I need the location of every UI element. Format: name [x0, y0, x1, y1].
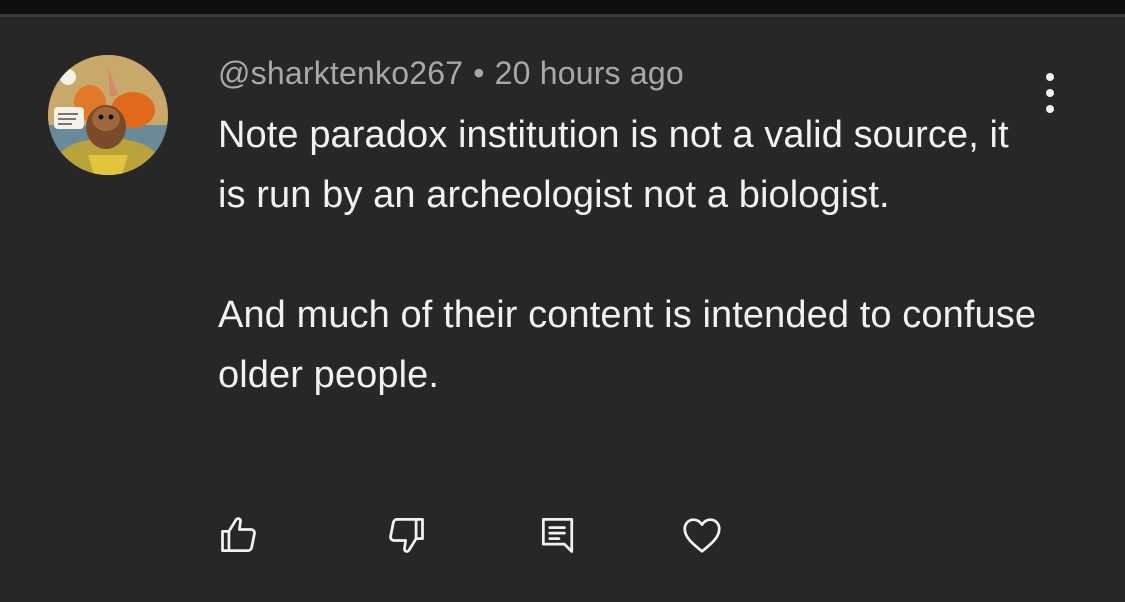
thumbs-up-icon	[221, 517, 256, 552]
comment-paragraph: Note paradox institution is not a valid …	[218, 114, 1009, 216]
comment-actions	[0, 507, 1125, 567]
heart-icon	[683, 518, 721, 553]
reply-comment-icon	[541, 518, 574, 553]
avatar[interactable]	[48, 55, 168, 175]
author-name[interactable]: @sharktenko267	[218, 55, 463, 91]
reply-button[interactable]	[530, 507, 586, 563]
comment-card: @sharktenko267 • 20 hours ago Note paradox…	[0, 17, 1125, 602]
dislike-button[interactable]	[378, 507, 434, 563]
avatar-image	[48, 55, 168, 175]
top-bar	[0, 0, 1125, 14]
thumbs-down-icon	[389, 518, 424, 553]
heart-button[interactable]	[674, 507, 730, 563]
meta-separator: •	[473, 55, 485, 91]
like-button[interactable]	[211, 507, 267, 563]
comment-paragraph: And much of their content is intended to…	[218, 294, 1037, 396]
comment-timestamp[interactable]: 20 hours ago	[495, 55, 684, 91]
comment-meta: @sharktenko267 • 20 hours ago	[218, 55, 684, 92]
comment-text: Note paradox institution is not a valid …	[218, 105, 1038, 405]
